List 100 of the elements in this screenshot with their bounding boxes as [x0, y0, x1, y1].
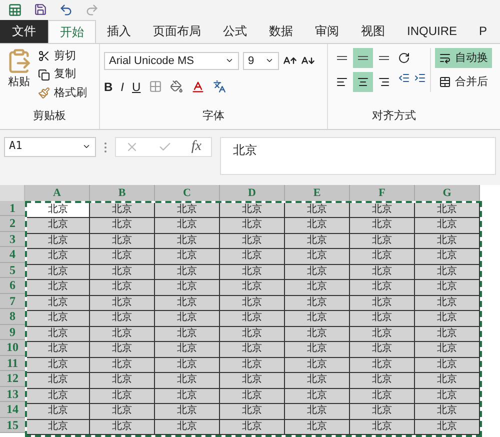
table-cell: 北京	[155, 404, 220, 420]
table-cell: 北京	[285, 420, 350, 435]
table-cell: 北京	[90, 311, 155, 326]
merge-cells-icon	[439, 76, 451, 88]
table-cell: 北京	[350, 373, 415, 388]
underline-button[interactable]: U	[132, 78, 141, 96]
ribbon-tab[interactable]: 页面布局	[142, 20, 212, 43]
table-cell: 北京	[350, 326, 415, 342]
table-cell: 北京	[90, 218, 155, 234]
table-cell: 北京	[350, 280, 415, 296]
table-cell: 北京	[220, 420, 285, 435]
merge-center-button[interactable]: 合并后	[435, 72, 492, 92]
table-cell: 北京	[155, 234, 220, 249]
table-cell: 北京	[27, 280, 90, 296]
table-cell: 北京	[415, 358, 480, 373]
table-cell: 北京	[27, 326, 90, 342]
undo-icon[interactable]	[59, 2, 73, 17]
table-cell: 北京	[350, 358, 415, 373]
table-cell: 北京	[27, 358, 90, 373]
table-cell: 北京	[285, 404, 350, 420]
table-cell: 北京	[27, 388, 90, 404]
table-cell: 北京	[27, 218, 90, 234]
table-cell: 北京	[415, 218, 480, 234]
table-cell: 北京	[155, 296, 220, 311]
save-icon[interactable]	[34, 3, 47, 16]
table-cell: 北京	[220, 404, 285, 420]
table-cell: 北京	[90, 202, 155, 218]
ribbon-tab[interactable]: 审阅	[304, 20, 350, 43]
table-cell: 北京	[285, 280, 350, 296]
table-cell: 北京	[155, 280, 220, 296]
table-cell: 北京	[220, 249, 285, 264]
table-cell: 北京	[415, 420, 480, 435]
copy-icon	[38, 68, 50, 81]
align-lines-icon	[337, 56, 347, 60]
cut-button[interactable]: 剪切	[38, 48, 87, 64]
ribbon-tab[interactable]: 视图	[350, 20, 396, 43]
ribbon-tab[interactable]: 公式	[212, 20, 258, 43]
phonetic-icon[interactable]	[212, 80, 226, 94]
table-cell: 北京	[415, 249, 480, 264]
paste-button[interactable]: 粘贴	[4, 48, 34, 108]
table-cell: 北京	[350, 404, 415, 420]
align-lines-icon	[379, 56, 389, 60]
table-cell: 北京	[155, 373, 220, 388]
increase-indent-icon[interactable]	[414, 72, 426, 84]
font-color-icon[interactable]	[190, 80, 205, 94]
align-left-icon	[336, 76, 348, 88]
fill-bucket-icon[interactable]	[170, 80, 183, 94]
table-cell: 北京	[285, 296, 350, 311]
name-box[interactable]: A1	[4, 136, 96, 157]
table-cell: 北京	[415, 264, 480, 280]
vertical-align-button[interactable]	[353, 48, 373, 68]
wrap-text-button[interactable]: 自动换	[435, 48, 492, 68]
table-cell: 北京	[220, 234, 285, 249]
bold-button[interactable]: B	[104, 78, 113, 96]
format-painter-button[interactable]: 格式刷	[38, 84, 87, 102]
ribbon-tab[interactable]: P	[468, 20, 498, 43]
decrease-indent-icon[interactable]	[398, 72, 410, 84]
table-cell: 北京	[220, 311, 285, 326]
copy-button[interactable]: 复制	[38, 66, 87, 83]
table-cell: 北京	[285, 202, 350, 218]
dots-icon	[104, 142, 107, 153]
table-cell: 北京	[285, 358, 350, 373]
table-cell: 北京	[155, 218, 220, 234]
table-cell: 北京	[90, 264, 155, 280]
wrap-text-icon	[439, 52, 451, 64]
table-cell: 北京	[415, 404, 480, 420]
table-cell: 北京	[220, 388, 285, 404]
table-cell: 北京	[220, 358, 285, 373]
formula-field[interactable]: 北京	[220, 136, 496, 175]
table-cell: 北京	[415, 326, 480, 342]
excel-logo-icon	[8, 2, 22, 17]
ribbon-tab[interactable]: 数据	[258, 20, 304, 43]
ribbon-tab[interactable]: 插入	[96, 20, 142, 43]
table-cell: 北京	[350, 264, 415, 280]
table-cell: 北京	[155, 358, 220, 373]
borders-icon[interactable]	[148, 80, 162, 94]
table-cell: 北京	[220, 326, 285, 342]
table-cell: 北京	[285, 249, 350, 264]
insert-function-icon[interactable]: fx	[191, 136, 202, 158]
table-cell: 北京	[27, 296, 90, 311]
table-cell: 北京	[155, 311, 220, 326]
font-name-dropdown[interactable]: Arial Unicode MS	[104, 52, 239, 70]
horizontal-align-button[interactable]	[353, 72, 373, 92]
table-cell: 北京	[155, 264, 220, 280]
table-cell: 北京	[350, 311, 415, 326]
table-cell: 北京	[90, 296, 155, 311]
ribbon-tab[interactable]: INQUIRE	[396, 20, 468, 43]
table-cell: 北京	[90, 373, 155, 388]
ribbon-tab[interactable]: 开始	[48, 20, 96, 43]
table-cell: 北京	[285, 234, 350, 249]
table-cell: 北京	[27, 264, 90, 280]
font-size-dropdown[interactable]: 9	[243, 52, 279, 70]
table-cell: 北京	[27, 234, 90, 249]
italic-button[interactable]: I	[120, 78, 124, 96]
table-cell: 北京	[415, 202, 480, 218]
ribbon-tab[interactable]: 文件	[0, 20, 48, 43]
table-cell: 北京	[90, 358, 155, 373]
group-label: 字体	[202, 108, 226, 124]
table-cell: 北京	[155, 249, 220, 264]
table-cell: 北京	[350, 342, 415, 358]
